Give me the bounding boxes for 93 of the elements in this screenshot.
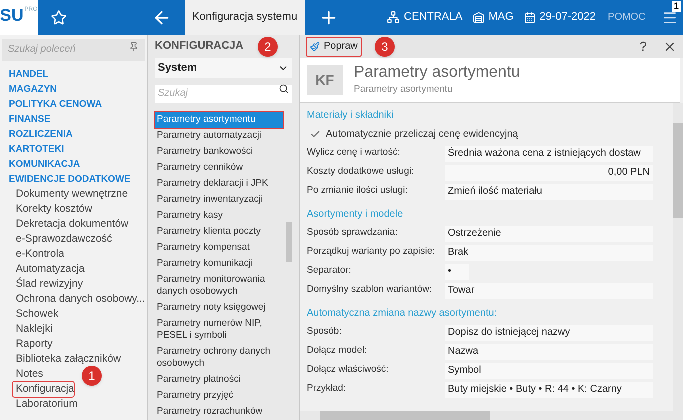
command-search-field[interactable]: Szukaj poleceń: [2, 38, 145, 60]
branch-button[interactable]: CENTRALA: [404, 9, 463, 26]
config-list-item[interactable]: Parametry deklaracji i JPK: [155, 176, 284, 192]
checkbox[interactable]: [310, 129, 321, 140]
menu-item[interactable]: Laboratorium: [13, 396, 78, 412]
active-tab[interactable]: Konfiguracja systemu: [185, 0, 305, 35]
config-list-item[interactable]: Parametry rozrachunków: [155, 404, 284, 420]
value-field[interactable]: Brak: [445, 244, 653, 260]
panel-subtitle: Parametry asortymentu: [354, 82, 454, 97]
config-list-item[interactable]: Parametry automatyzacji: [155, 128, 284, 144]
field-label: Wylicz cenę i wartość:: [307, 146, 402, 160]
section-title: KONFIGURACJA: [155, 39, 244, 54]
menu-item[interactable]: e-Kontrola: [13, 246, 64, 262]
group-title: Materiały i składniki: [307, 109, 395, 123]
value-field[interactable]: Towar: [445, 282, 653, 298]
menu-item[interactable]: Korekty kosztów: [13, 202, 92, 216]
pin-icon[interactable]: [129, 42, 139, 52]
menu-item[interactable]: Automatyzacja: [13, 262, 85, 276]
field-label: Dołącz model:: [307, 344, 368, 358]
config-list-item[interactable]: Parametry inwentaryzacji: [155, 192, 284, 208]
favorites-icon[interactable]: [51, 10, 67, 26]
config-list-item[interactable]: Parametry bankowości: [155, 144, 284, 160]
menu-section[interactable]: MAGAZYN: [0, 82, 58, 96]
value-field[interactable]: Symbol: [445, 362, 653, 378]
config-list-item[interactable]: Parametry noty księgowej: [155, 300, 284, 316]
window-badge: 1: [672, 1, 681, 12]
edit-button[interactable]: Popraw: [306, 36, 362, 56]
horizontal-scrollbar[interactable]: [300, 411, 683, 420]
group-title: Automatyczna zmiana nazwy asortymentu:: [307, 307, 498, 321]
module-badge: KF: [307, 65, 343, 95]
config-list-item[interactable]: Parametry komunikacji: [155, 256, 284, 272]
config-list-item[interactable]: Parametry przyjęć: [155, 388, 284, 404]
menu-icon[interactable]: [662, 10, 678, 26]
field-label: Porządkuj warianty po zapisie:: [307, 245, 436, 260]
value-field[interactable]: Buty miejskie • Buty • R: 44 • K: Czarny: [445, 382, 653, 398]
menu-item[interactable]: Notes: [13, 366, 44, 382]
brush-icon: [310, 42, 320, 52]
menu-section[interactable]: HANDEL: [0, 66, 49, 82]
date-button[interactable]: 29-07-2022: [540, 9, 596, 26]
field-label: Sposób sprawdzania:: [307, 226, 399, 240]
menu-item[interactable]: Ochrona danych osobowy...: [13, 292, 146, 306]
value-field[interactable]: Nazwa: [445, 344, 653, 360]
menu-section[interactable]: ROZLICZENIA: [0, 126, 73, 142]
menu-item[interactable]: Ślad rewizyjny: [13, 276, 84, 292]
warehouse-icon[interactable]: [472, 12, 485, 24]
menu-section[interactable]: POLITYKA CENOWA: [0, 96, 102, 112]
config-list-item[interactable]: Parametry cenników: [155, 160, 284, 176]
menu-section[interactable]: FINANSE: [0, 112, 51, 126]
value-field[interactable]: •: [445, 264, 469, 280]
menu-section[interactable]: EWIDENCJE DODATKOWE: [0, 172, 131, 186]
field-label: Po zmianie ilości usługi:: [307, 184, 409, 198]
value-field[interactable]: Ostrzeżenie: [445, 226, 653, 242]
field-label: Koszty dodatkowe usługi:: [307, 165, 416, 180]
menu-item[interactable]: Dekretacja dokumentów: [13, 216, 129, 232]
checkbox-label: Automatycznie przeliczaj cenę ewidencyjną: [326, 128, 518, 142]
menu-item[interactable]: Naklejki: [13, 322, 53, 336]
vertical-scrollbar[interactable]: [673, 103, 683, 411]
group-title: Asortymenty i modele: [307, 208, 404, 222]
config-list-item[interactable]: Parametry numerów NIP, PESEL i symboli: [155, 316, 284, 344]
menu-item[interactable]: Biblioteka załączników: [13, 352, 122, 366]
menu-item[interactable]: e-Sprawozdawczość: [13, 232, 112, 246]
search-field[interactable]: Szukaj: [155, 84, 292, 102]
field-label: Domyślny szablon wariantów:: [307, 283, 434, 298]
value-field[interactable]: Dopisz do istniejącej nazwy: [445, 324, 653, 340]
warehouse-button[interactable]: MAG: [488, 9, 514, 26]
field-label: Przykład:: [307, 382, 348, 396]
value-field[interactable]: 0,00 PLN: [445, 164, 653, 180]
config-list-item[interactable]: Parametry kasy: [155, 208, 284, 224]
field-label: Sposób:: [307, 325, 343, 340]
help-button[interactable]: ?: [640, 36, 647, 56]
menu-item[interactable]: Konfiguracja: [13, 382, 74, 396]
value-field[interactable]: Zmień ilość materiału: [445, 184, 653, 200]
category-select[interactable]: System: [155, 58, 292, 78]
app-logo: SU: [0, 7, 24, 24]
panel-title: Parametry asortymentu: [354, 62, 520, 83]
search-icon[interactable]: [279, 84, 289, 94]
config-list-item[interactable]: Parametry płatności: [155, 372, 284, 388]
menu-item[interactable]: Raporty: [13, 336, 53, 352]
config-list-item[interactable]: Parametry monitorowania danych osobowych: [155, 272, 284, 300]
config-list-item[interactable]: Parametry kompensat: [155, 240, 284, 256]
scrollbar-thumb[interactable]: [286, 222, 292, 262]
network-icon[interactable]: [387, 11, 400, 24]
menu-item[interactable]: Dokumenty wewnętrzne: [13, 186, 128, 202]
value-field[interactable]: Średnia ważona cena z istniejących dostaw: [445, 146, 653, 162]
calendar-icon[interactable]: [524, 12, 536, 24]
config-list-item[interactable]: Parametry klienta poczty: [155, 224, 284, 240]
config-list-item[interactable]: Parametry asortymentu: [155, 112, 284, 128]
field-label: Separator:: [307, 264, 352, 278]
config-list-item[interactable]: Parametry ochrony danych osobowych: [155, 344, 284, 372]
menu-item[interactable]: Schowek: [13, 306, 59, 322]
menu-section[interactable]: KOMUNIKACJA: [0, 156, 80, 172]
field-label: Dołącz właściwość:: [307, 363, 390, 378]
menu-section[interactable]: KARTOTEKI: [0, 142, 64, 156]
